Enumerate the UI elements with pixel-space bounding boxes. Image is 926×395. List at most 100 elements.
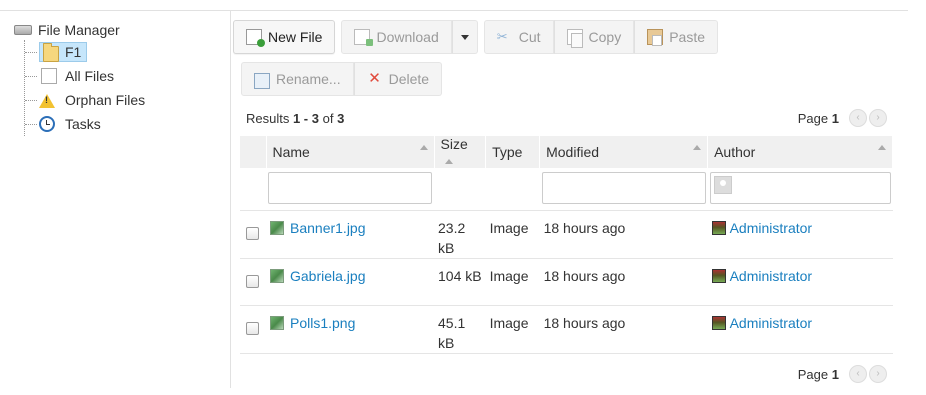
new-file-button[interactable]: New File — [233, 20, 336, 54]
clock-icon — [39, 116, 55, 132]
tree-item-f1[interactable]: F1 — [25, 40, 228, 64]
name-cell: Polls1.png — [266, 306, 434, 354]
column-label: Name — [272, 144, 310, 160]
folder-icon — [43, 43, 59, 62]
author-link[interactable]: Administrator — [730, 220, 812, 236]
type-cell: Image — [489, 220, 529, 236]
size-cell: 104 kB — [438, 268, 482, 284]
folder-tree: File Manager F1 All Files Orphan Files T… — [14, 20, 228, 136]
main-panel: New File Download ✂ Cut Copy Paste Renam… — [233, 20, 895, 394]
next-page-button[interactable]: › — [869, 109, 887, 127]
column-label: Type — [492, 144, 523, 160]
row-select-cell — [240, 259, 266, 306]
table-row: Polls1.png 45.1 kB Image 18 hours ago Ad… — [240, 306, 893, 354]
author-cell: Administrator — [708, 211, 893, 259]
scissors-icon: ✂ — [496, 29, 508, 44]
next-page-button[interactable]: › — [869, 365, 887, 383]
table-row: Gabriela.jpg 104 kB Image 18 hours ago A… — [240, 259, 893, 306]
top-divider — [0, 10, 908, 11]
column-header-author[interactable]: Author — [707, 136, 893, 168]
page-label: Page — [797, 366, 829, 382]
copy-icon — [566, 29, 583, 48]
name-cell: Gabriela.jpg — [266, 259, 434, 306]
copy-label: Copy — [588, 29, 622, 45]
row-select-cell — [240, 306, 266, 354]
prev-page-button[interactable]: ‹ — [849, 109, 867, 127]
column-label: Author — [714, 144, 756, 160]
filter-row — [240, 168, 893, 211]
toolbar-row-2: Rename... ✕ Delete — [241, 62, 895, 96]
clipboard-group: ✂ Cut Copy Paste — [483, 20, 719, 54]
avatar — [711, 221, 726, 235]
filter-cell-name — [266, 168, 434, 211]
modified-filter-input[interactable] — [541, 172, 706, 204]
author-filter-input[interactable] — [709, 172, 891, 204]
filter-cell-empty — [434, 168, 486, 211]
prev-page-button[interactable]: ‹ — [849, 365, 867, 383]
pager-controls: ‹ › — [849, 365, 887, 383]
cut-label: Cut — [518, 29, 541, 45]
delete-button[interactable]: ✕ Delete — [353, 62, 443, 96]
modified-cell: 18 hours ago — [543, 315, 626, 331]
cut-button[interactable]: ✂ Cut — [483, 20, 554, 54]
sort-up-icon — [419, 145, 428, 150]
rename-label: Rename... — [276, 71, 341, 87]
modified-cell: 18 hours ago — [543, 268, 626, 284]
results-summary: Results 1 - 3 of 3 — [246, 111, 344, 126]
image-file-icon — [270, 269, 284, 283]
user-placeholder-icon — [713, 176, 732, 194]
tree-root[interactable]: File Manager — [14, 20, 228, 40]
filter-cell-author — [707, 168, 893, 211]
files-table: Name Size Type Modified Author Banner1.j… — [240, 136, 893, 354]
column-label: Modified — [546, 144, 600, 160]
size-cell: 45.1 kB — [438, 315, 466, 351]
file-link[interactable]: Polls1.png — [290, 315, 355, 331]
tree-item-label: Tasks — [65, 116, 101, 132]
column-header-modified[interactable]: Modified — [539, 136, 709, 168]
copy-button[interactable]: Copy — [553, 20, 635, 54]
tree-item-tasks[interactable]: Tasks — [25, 112, 228, 136]
avatar — [711, 316, 726, 330]
column-label: Size — [440, 136, 468, 152]
paste-button[interactable]: Paste — [634, 20, 719, 54]
row-checkbox[interactable] — [246, 322, 259, 335]
panel-divider — [230, 10, 231, 388]
warning-icon — [39, 92, 55, 108]
author-link[interactable]: Administrator — [730, 315, 812, 331]
file-link[interactable]: Banner1.jpg — [290, 220, 366, 236]
drive-icon — [14, 25, 32, 35]
delete-icon: ✕ — [368, 70, 381, 87]
documents-icon — [38, 66, 57, 84]
name-cell: Banner1.jpg — [266, 211, 434, 259]
author-cell: Administrator — [708, 306, 893, 354]
tree-root-label: File Manager — [38, 22, 120, 38]
row-checkbox[interactable] — [246, 275, 259, 288]
avatar — [711, 269, 726, 283]
column-header-size[interactable]: Size — [434, 136, 487, 168]
edit-group: Rename... ✕ Delete — [241, 62, 443, 96]
tree-item-all-files[interactable]: All Files — [25, 64, 228, 88]
tree-item-label: Orphan Files — [65, 92, 146, 108]
type-cell: Image — [489, 268, 529, 284]
tree-item-label: All Files — [65, 68, 115, 84]
tree-item-orphan-files[interactable]: Orphan Files — [25, 88, 228, 112]
download-icon — [354, 29, 374, 46]
table-row: Banner1.jpg 23.2 kB Image 18 hours ago A… — [240, 211, 893, 259]
sort-up-icon — [444, 158, 453, 164]
tree-children: F1 All Files Orphan Files Tasks — [24, 40, 228, 136]
sort-up-icon — [878, 145, 886, 150]
select-column-header — [240, 136, 267, 168]
download-dropdown-button[interactable] — [451, 20, 478, 54]
column-header-name[interactable]: Name — [266, 136, 435, 168]
name-filter-input[interactable] — [268, 172, 432, 204]
tree-item-label: F1 — [65, 44, 82, 60]
filter-cell-modified — [539, 168, 708, 211]
type-cell: Image — [489, 315, 529, 331]
row-checkbox[interactable] — [246, 227, 259, 240]
image-file-icon — [270, 316, 284, 330]
results-of: of — [318, 110, 338, 126]
file-link[interactable]: Gabriela.jpg — [290, 268, 366, 284]
download-button[interactable]: Download — [341, 20, 452, 54]
author-link[interactable]: Administrator — [730, 268, 812, 284]
rename-button[interactable]: Rename... — [241, 62, 354, 96]
